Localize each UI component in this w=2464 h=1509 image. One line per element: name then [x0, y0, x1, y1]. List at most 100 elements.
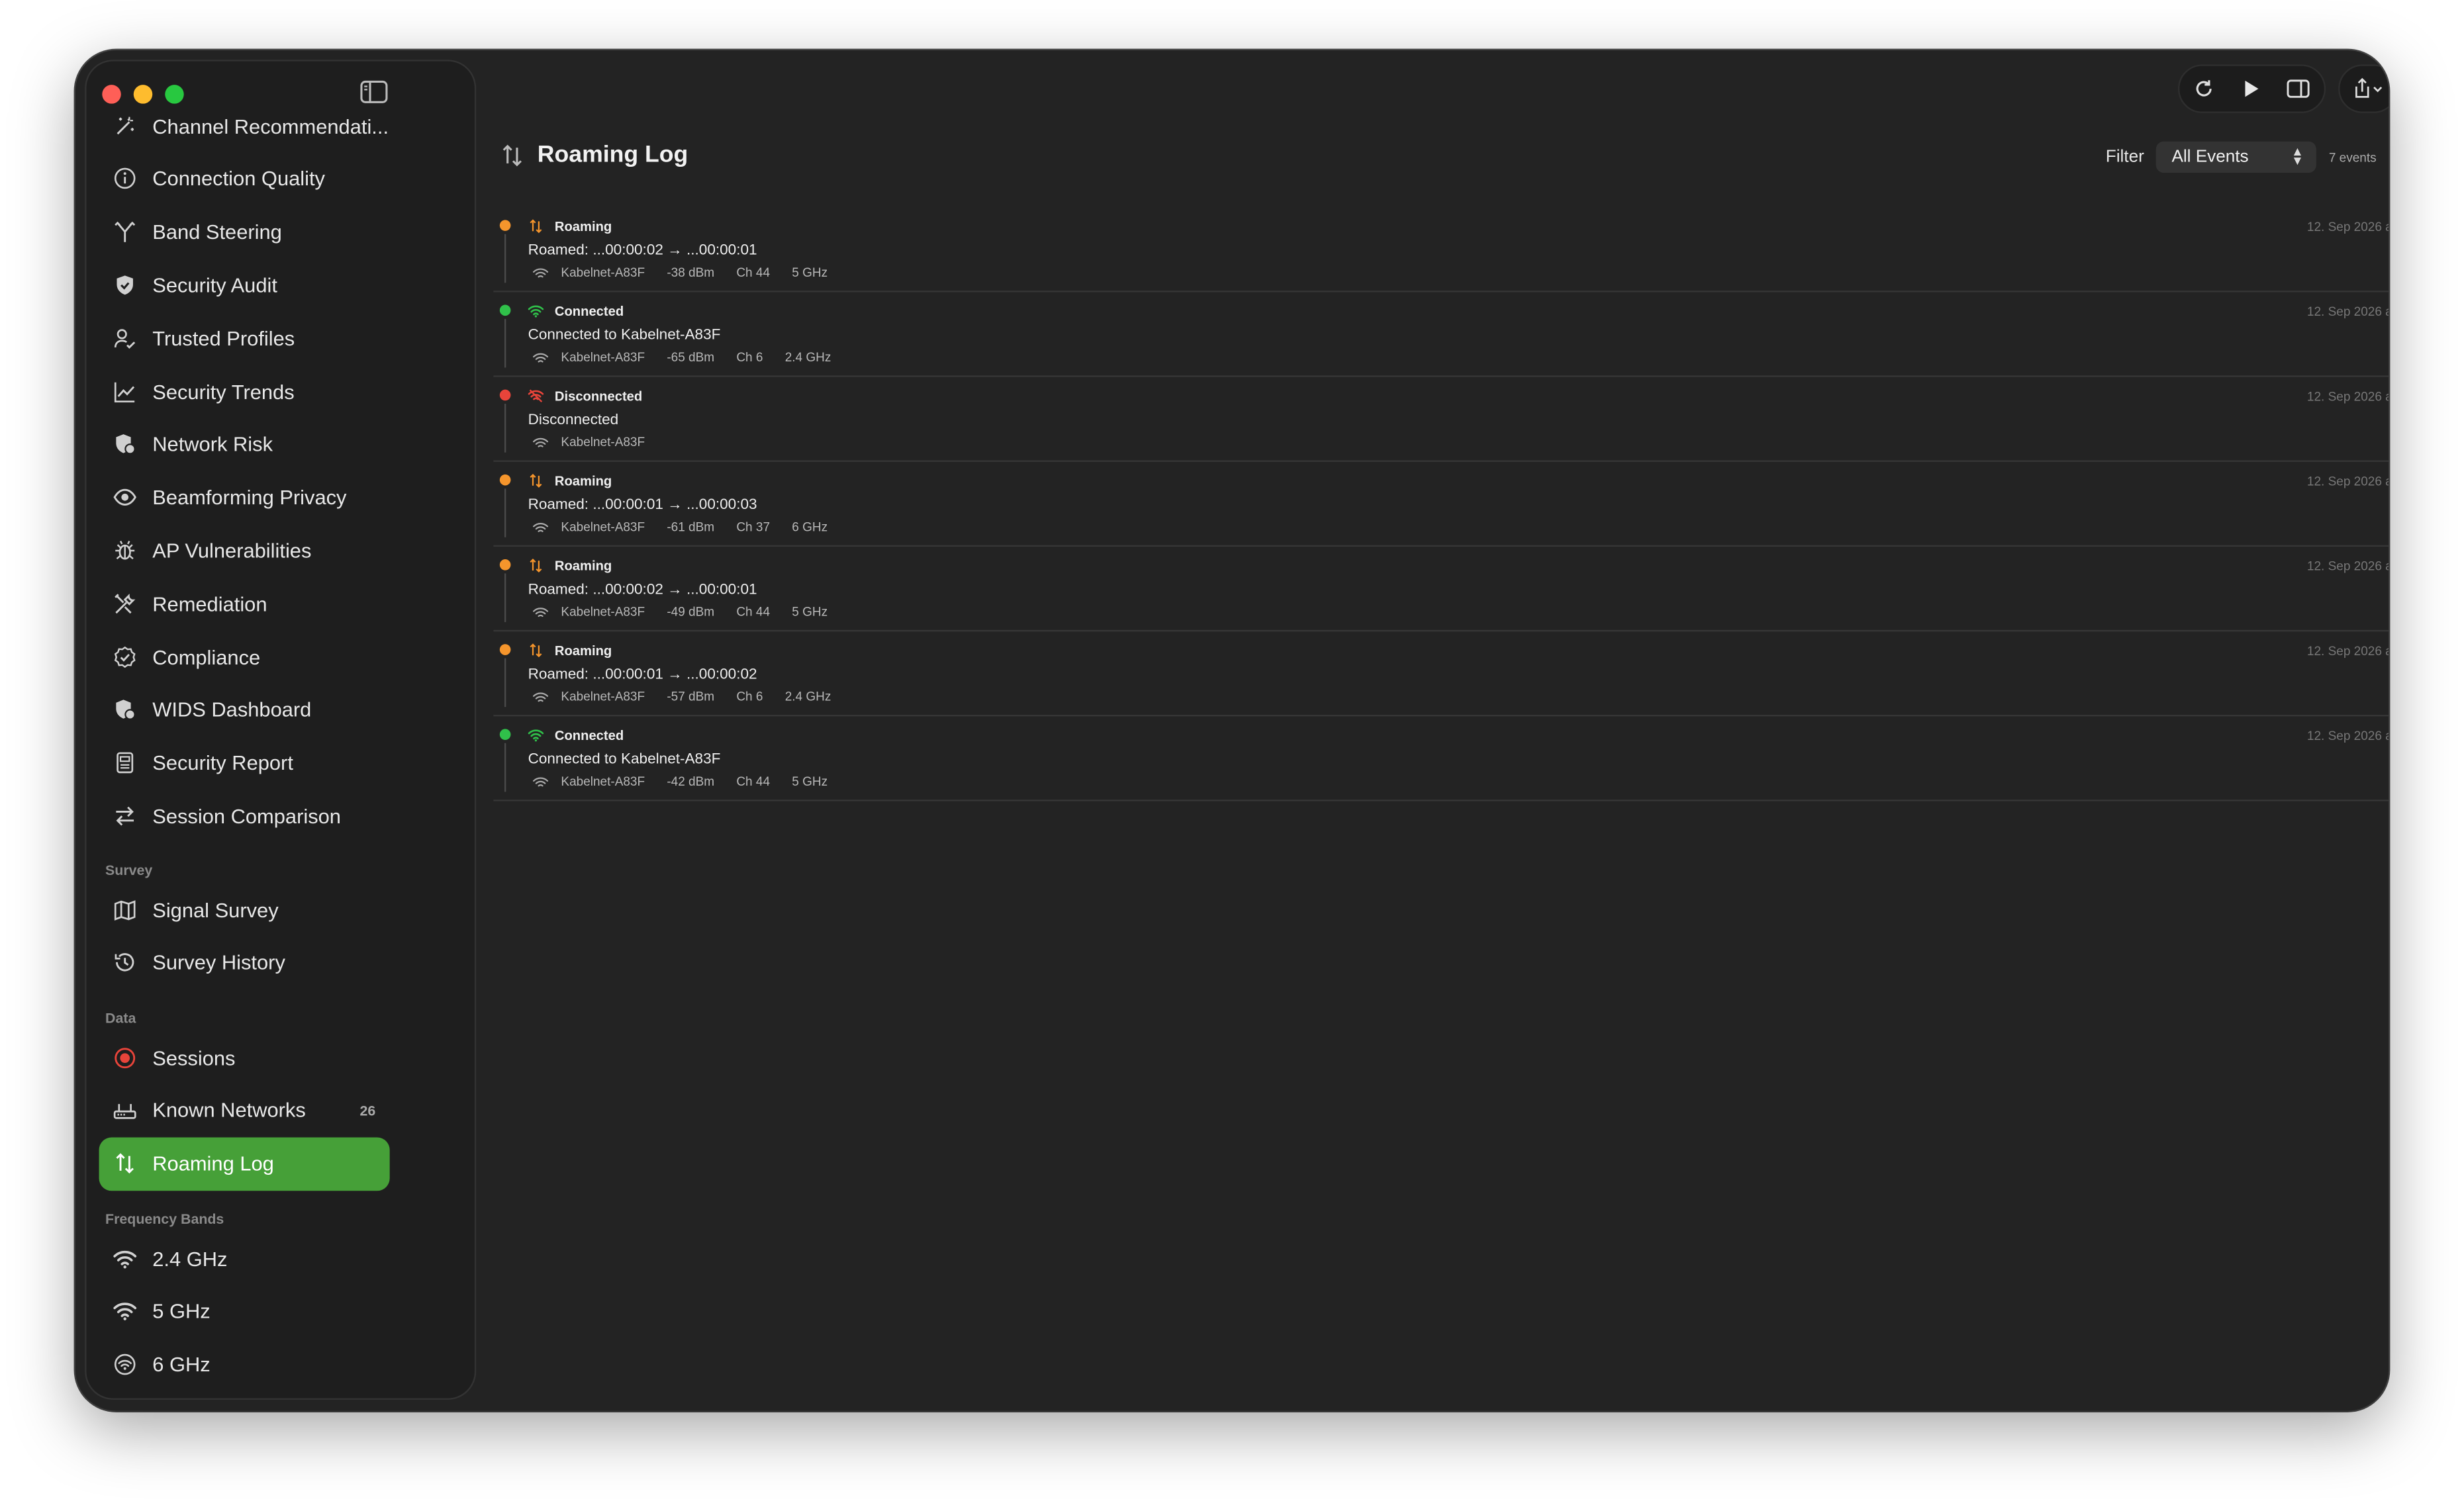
sidebar-item-label: Sessions	[152, 1045, 236, 1070]
sidebar-item-label: Trusted Profiles	[152, 326, 295, 350]
sidebar-item-remediation[interactable]: Remediation	[99, 577, 390, 631]
event-timestamp: 12. Sep 2026 at 17:55:27	[2306, 220, 2389, 234]
sidebar-item-channel-recommendati[interactable]: Channel Recommendati...	[99, 99, 390, 153]
roaming-icon	[528, 473, 544, 488]
event-band: 5 GHz	[792, 604, 828, 619]
sidebar-item-survey-history[interactable]: Survey History	[99, 936, 390, 989]
sidebar-item-security-audit[interactable]: Security Audit	[99, 258, 390, 312]
wifi-6-icon	[110, 1350, 138, 1379]
event-meta: Kabelnet-A83F -61 dBm Ch 37 6 GHz	[528, 520, 850, 534]
sidebar-item-band-steering[interactable]: Band Steering	[99, 205, 390, 259]
sidebar-item-security-report[interactable]: Security Report	[99, 736, 390, 790]
event-band: 2.4 GHz	[784, 690, 831, 704]
sidebar-item-network-risk[interactable]: Network Risk	[99, 418, 390, 471]
sidebar-item-label: Signal Survey	[152, 897, 279, 922]
status-dot	[499, 474, 511, 486]
sidebar-item-label: Network Risk	[152, 432, 273, 457]
event-type: Roaming	[528, 557, 612, 574]
event-meta: Kabelnet-A83F -42 dBm Ch 44 5 GHz	[528, 774, 850, 789]
sidebar-item-5-ghz[interactable]: 5 GHz	[99, 1285, 390, 1338]
event-type-label: Roaming	[554, 218, 612, 234]
timeline-line	[504, 658, 506, 708]
event-band: 5 GHz	[792, 774, 828, 789]
sidebar-item-label: 6 GHz	[152, 1352, 211, 1377]
event-rssi: -42 dBm	[667, 774, 715, 789]
event-timestamp: 12. Sep 2026 at 17:39:47	[2306, 304, 2389, 319]
sidebar-item-wids-dashboard[interactable]: WIDS Dashboard	[99, 683, 390, 737]
event-type-label: Roaming	[554, 557, 612, 574]
sidebar-item-sessions[interactable]: Sessions	[99, 1030, 390, 1084]
event-meta: Kabelnet-A83F -65 dBm Ch 6 2.4 GHz	[528, 350, 853, 365]
refresh-button[interactable]	[2179, 66, 2226, 113]
event-timestamp: 12. Sep 2026 at 17:38:27	[2306, 389, 2389, 404]
event-row[interactable]: Disconnected Disconnected Kabelnet-A83F 12.…	[493, 377, 2389, 462]
sidebar-item-label: 2.4 GHz	[152, 1246, 228, 1271]
document-icon	[110, 749, 138, 777]
sidebar-item-connection-quality[interactable]: Connection Quality	[99, 152, 390, 206]
app-window: Channel Recommendati... Connection Qualit…	[75, 50, 2389, 1411]
sidebar-item-beamforming-privacy[interactable]: Beamforming Privacy	[99, 471, 390, 524]
start-button[interactable]	[2227, 66, 2274, 113]
bug-icon	[110, 536, 138, 565]
event-channel: Ch 6	[736, 690, 763, 704]
sidebar-item-compliance[interactable]: Compliance	[99, 630, 390, 684]
event-ssid: Kabelnet-A83F	[561, 265, 645, 280]
sidebar-item-session-comparison[interactable]: Session Comparison	[99, 790, 390, 843]
event-description: Connected to Kabelnet-A83F	[528, 751, 721, 768]
event-description: Roamed: ...00:00:01 → ...00:00:02	[528, 666, 757, 684]
sidebar-item-security-trends[interactable]: Security Trends	[99, 365, 390, 418]
event-ssid: Kabelnet-A83F	[561, 690, 645, 704]
inspector-toggle-button[interactable]	[2274, 66, 2321, 113]
connected-icon	[528, 303, 544, 319]
sidebar-item-roaming-log[interactable]: Roaming Log	[99, 1136, 390, 1191]
wifi-icon	[533, 690, 549, 703]
event-list: Roaming Roamed: ...00:00:02 → ...00:00:01…	[493, 207, 2389, 801]
sidebar-item-label: Survey History	[152, 950, 285, 975]
sidebar-right-icon	[2286, 79, 2309, 98]
event-timestamp: 12. Sep 2026 at 16:03:27	[2306, 729, 2389, 743]
event-row[interactable]: Connected Connected to Kabelnet-A83F Kabel…	[493, 716, 2389, 801]
person-check-icon	[110, 324, 138, 352]
shield-badge-icon	[110, 430, 138, 459]
timeline-line	[504, 318, 506, 368]
record-icon	[110, 1043, 138, 1072]
sidebar-item-label: WIDS Dashboard	[152, 698, 312, 722]
event-type: Connected	[528, 303, 624, 319]
event-row[interactable]: Roaming Roamed: ...00:00:02 → ...00:00:01…	[493, 207, 2389, 293]
event-rssi: -65 dBm	[667, 350, 715, 365]
event-row[interactable]: Roaming Roamed: ...00:00:01 → ...00:00:03…	[493, 462, 2389, 547]
sidebar-item-2-4-ghz[interactable]: 2.4 GHz	[99, 1232, 390, 1285]
event-row[interactable]: Roaming Roamed: ...00:00:01 → ...00:00:02…	[493, 631, 2389, 717]
event-rssi: -38 dBm	[667, 265, 715, 280]
main-content: 26 Roaming Log Filter All Events ▲▼ 7 ev…	[478, 50, 2389, 1411]
sidebar-item-6-ghz[interactable]: 6 GHz	[99, 1338, 390, 1391]
event-row[interactable]: Connected Connected to Kabelnet-A83F Kabel…	[493, 293, 2389, 377]
sidebar-item-signal-survey[interactable]: Signal Survey	[99, 883, 390, 937]
arrows-swap-icon	[110, 802, 138, 831]
section-header: Survey	[105, 862, 153, 878]
event-row[interactable]: Roaming Roamed: ...00:00:02 → ...00:00:01…	[493, 547, 2389, 632]
sidebar-item-label: 5 GHz	[152, 1299, 211, 1324]
timeline-line	[504, 234, 506, 283]
event-timestamp: 12. Sep 2026 at 17:18:27	[2306, 474, 2389, 489]
page-title: Roaming Log	[500, 142, 688, 168]
sidebar-item-label: Security Report	[152, 751, 293, 775]
sidebar-item-known-networks[interactable]: Known Networks 26	[99, 1083, 390, 1137]
sidebar-item-label: Compliance	[152, 645, 261, 669]
wifi-icon	[533, 606, 549, 618]
filter-select[interactable]: All Events ▲ ▼	[2156, 141, 2316, 173]
sidebar-item-label: Remediation	[152, 592, 267, 616]
chevron-updown-icon: ▲ ▼	[2291, 144, 2304, 168]
sidebar-item-label: Security Audit	[152, 273, 277, 297]
sidebar-item-ap-vulnerabilities[interactable]: AP Vulnerabilities	[99, 524, 390, 577]
wifi-icon	[533, 521, 549, 533]
refresh-icon	[2195, 80, 2211, 97]
sidebar-item-label: Band Steering	[152, 220, 282, 244]
share-menu-button[interactable]	[2338, 64, 2389, 113]
sidebar-item-label: Channel Recommendati...	[152, 114, 389, 138]
share-menu-inner	[2340, 66, 2389, 113]
status-dot	[499, 304, 511, 316]
disconnected-icon	[528, 388, 544, 404]
roaming-icon	[528, 218, 544, 234]
sidebar-item-trusted-profiles[interactable]: Trusted Profiles	[99, 311, 390, 365]
